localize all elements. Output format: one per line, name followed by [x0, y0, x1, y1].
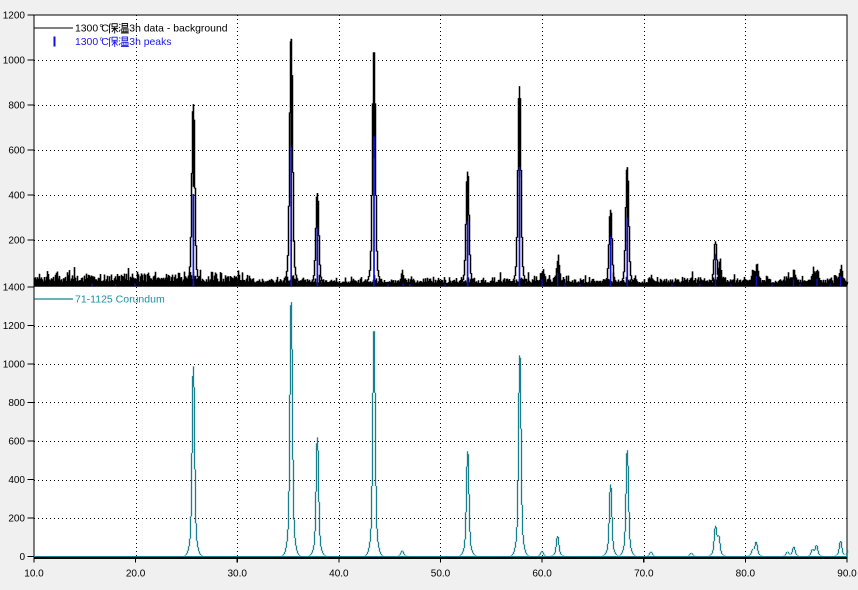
svg-text:600: 600: [8, 146, 25, 157]
svg-text:1300: 1300: [75, 24, 98, 35]
svg-text:400: 400: [8, 475, 25, 486]
svg-text:1200: 1200: [3, 11, 26, 22]
svg-text:1300: 1300: [75, 37, 98, 48]
svg-text:20.0: 20.0: [126, 569, 146, 580]
svg-text:10.0: 10.0: [24, 569, 44, 580]
svg-text:70.0: 70.0: [634, 569, 654, 580]
svg-text:200: 200: [8, 236, 25, 247]
svg-text:40.0: 40.0: [329, 569, 349, 580]
svg-text:800: 800: [8, 101, 25, 112]
svg-text:1000: 1000: [3, 56, 26, 67]
svg-text:600: 600: [8, 437, 25, 448]
svg-text:50.0: 50.0: [431, 569, 451, 580]
svg-text:71-1125 Corundum: 71-1125 Corundum: [75, 294, 165, 306]
svg-text:1000: 1000: [3, 360, 26, 371]
svg-text:30.0: 30.0: [227, 569, 247, 580]
svg-text:3h data - background: 3h data - background: [129, 24, 227, 35]
svg-text:400: 400: [8, 191, 25, 202]
svg-text:1400: 1400: [3, 283, 26, 294]
svg-text:3h peaks: 3h peaks: [129, 37, 171, 48]
svg-text:800: 800: [8, 398, 25, 409]
svg-text:80.0: 80.0: [736, 569, 756, 580]
svg-text:60.0: 60.0: [532, 569, 552, 580]
svg-text:0: 0: [19, 552, 25, 563]
svg-text:90.0: 90.0: [837, 569, 857, 580]
svg-text:200: 200: [8, 514, 25, 525]
svg-text:1200: 1200: [3, 321, 26, 332]
